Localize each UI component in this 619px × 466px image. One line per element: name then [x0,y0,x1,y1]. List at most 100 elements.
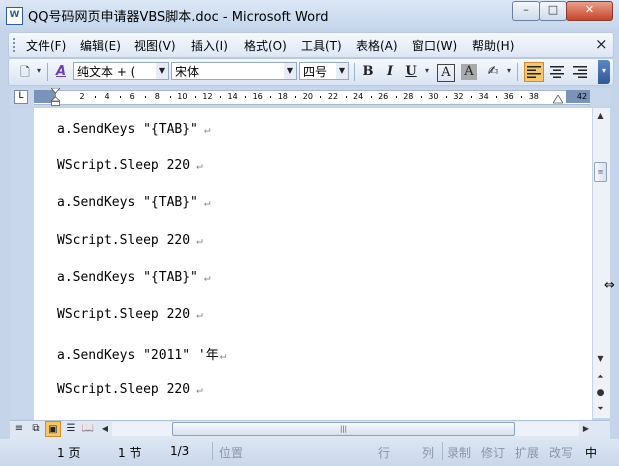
align-center-button[interactable] [547,62,567,82]
font-size-dropdown[interactable]: 四号 ▼ [299,62,349,80]
status-record-macro[interactable]: 录制 [447,444,471,461]
ruler-tick-label: 32 [453,92,464,101]
document-line[interactable]: a.SendKeys "2011" '年↵ [57,344,226,363]
window-title: QQ号码网页申请器VBS脚本.doc - Microsoft Word [28,10,329,25]
scroll-left-arrow-icon[interactable]: ◀ [98,421,112,437]
align-center-icon [550,66,564,78]
menu-insert[interactable]: 插入(I) [191,37,228,54]
ruler-tick-mark [245,96,247,98]
document-page[interactable]: a.SendKeys "{TAB}" ↵ WScript.Sleep 220 ↵ a… [34,108,592,420]
ruler-tick-mark [270,96,272,98]
menu-view[interactable]: 视图(V) [134,37,176,54]
menu-tools[interactable]: 工具(T) [301,37,342,54]
next-page-icon[interactable]: ⏷ [592,402,609,416]
scroll-up-arrow-icon[interactable]: ▲ [592,108,609,124]
status-separator [442,442,443,460]
scroll-down-arrow-icon[interactable]: ▼ [592,352,609,366]
font-dropdown-value: 宋体 [175,65,200,79]
line-text: a.SendKeys "2011" '年 [57,348,219,363]
toolbar-options-chevron-icon[interactable]: ▾ [35,60,43,82]
menu-help[interactable]: 帮助(H) [472,37,514,54]
status-separator [212,442,213,460]
toolbar-overflow-chevron-icon[interactable]: ▾ [598,60,610,84]
menu-table[interactable]: 表格(A) [356,37,398,54]
ruler-tick-label: 14 [227,92,238,101]
menubar-grip-handle[interactable] [13,38,18,52]
web-layout-view-icon[interactable]: ⧉ [28,421,44,437]
reading-layout-view-icon[interactable]: 📖 [80,421,96,437]
chevron-down-icon[interactable]: ▼ [156,63,168,79]
style-dropdown[interactable]: 纯文本 + ( ▼ [73,62,169,80]
select-browse-object-icon[interactable]: ● [592,386,609,400]
document-line[interactable]: WScript.Sleep 220 ↵ [57,307,203,322]
chevron-down-icon[interactable]: ▼ [336,63,348,79]
print-layout-view-icon[interactable]: ▣ [45,421,61,437]
paragraph-mark-icon: ↵ [203,196,211,209]
menu-window[interactable]: 窗口(W) [412,37,457,54]
ruler-tick-label: 28 [403,92,414,101]
minimize-button[interactable]: – [512,1,540,21]
align-right-button[interactable] [570,62,590,82]
ruler-tick-label: 18 [277,92,288,101]
horizontal-scroll-thumb[interactable]: ||| [172,422,515,436]
menu-edit[interactable]: 编辑(E) [80,37,121,54]
normal-view-icon[interactable]: ≡ [11,421,27,437]
document-line[interactable]: a.SendKeys "{TAB}" ↵ [57,122,211,137]
ruler-tick-label: 38 [528,92,539,101]
paragraph-mark-icon: ↵ [196,308,203,321]
ruler-tick-label: 6 [129,92,135,101]
underline-button[interactable]: U [401,62,421,82]
document-line[interactable]: WScript.Sleep 220 ↵ [57,382,203,397]
maximize-button[interactable]: □ [539,1,567,21]
underline-options-chevron-icon[interactable]: ▾ [423,60,431,82]
close-document-icon[interactable]: × [595,35,608,53]
status-column: 列 [422,446,435,460]
ruler-tick-mark [320,96,322,98]
document-line[interactable]: a.SendKeys "{TAB}" ↵ [57,270,211,285]
document-line[interactable]: a.SendKeys "{TAB}" ↵ [57,195,211,210]
bold-button[interactable]: B [358,62,378,82]
ruler-tick-label: 36 [503,92,514,101]
ruler-tick-mark [144,96,146,98]
line-text: a.SendKeys "{TAB}" [57,122,198,137]
toolbar-separator [47,63,48,81]
line-text: WScript.Sleep 220 [57,158,191,173]
ruler-tick-mark [345,96,347,98]
italic-button[interactable]: I [380,62,400,82]
status-overtype[interactable]: 改写 [549,444,573,461]
font-dropdown[interactable]: 宋体 ▼ [171,62,297,80]
ruler-tick-mark [94,96,96,98]
outline-view-icon[interactable]: ☰ [63,421,79,437]
resize-cursor-icon: ⇔ [604,278,615,293]
menu-format[interactable]: 格式(O) [244,37,287,54]
ruler-tick-label: 30 [428,92,439,101]
status-track-changes[interactable]: 修订 [481,444,505,461]
ruler-tick-labels: 2 4 6 8 10 12 14 16 18 20 22 24 26 28 30 32 34 36 38 42 [34,90,590,103]
highlight-icon[interactable]: ✍ [483,62,503,82]
ruler-tick-label: 12 [202,92,213,101]
new-document-icon[interactable]: 🗋 [15,62,35,82]
character-shading-button[interactable]: A [461,64,477,80]
line-text: a.SendKeys "{TAB}" [57,195,198,210]
menu-file[interactable]: 文件(F) [26,37,66,54]
right-indent-marker-icon[interactable] [553,95,563,104]
scroll-right-arrow-icon[interactable]: ▶ [579,421,593,437]
character-border-button[interactable]: A [437,64,455,82]
highlight-options-chevron-icon[interactable]: ▾ [505,60,513,82]
ruler-tick-mark [370,96,372,98]
previous-page-icon[interactable]: ⏶ [592,370,609,384]
status-language[interactable]: 中 [585,444,597,461]
chevron-down-icon[interactable]: ▼ [284,63,296,79]
tab-selector[interactable]: L [14,90,28,104]
status-extend-selection[interactable]: 扩展 [515,444,539,461]
close-window-button[interactable]: ✕ [566,1,613,21]
align-left-button[interactable] [524,62,544,82]
document-line[interactable]: WScript.Sleep 220 ↵ [57,233,203,248]
vertical-scroll-thumb[interactable]: ≡ [594,162,607,182]
status-position: 位置 [219,446,244,460]
toolbar-separator [354,63,355,81]
ruler-tick-mark [471,96,473,98]
document-line[interactable]: WScript.Sleep 220 ↵ [57,158,203,173]
styles-and-formatting-icon[interactable]: A [51,62,71,82]
word-app-icon[interactable]: W [6,7,23,25]
